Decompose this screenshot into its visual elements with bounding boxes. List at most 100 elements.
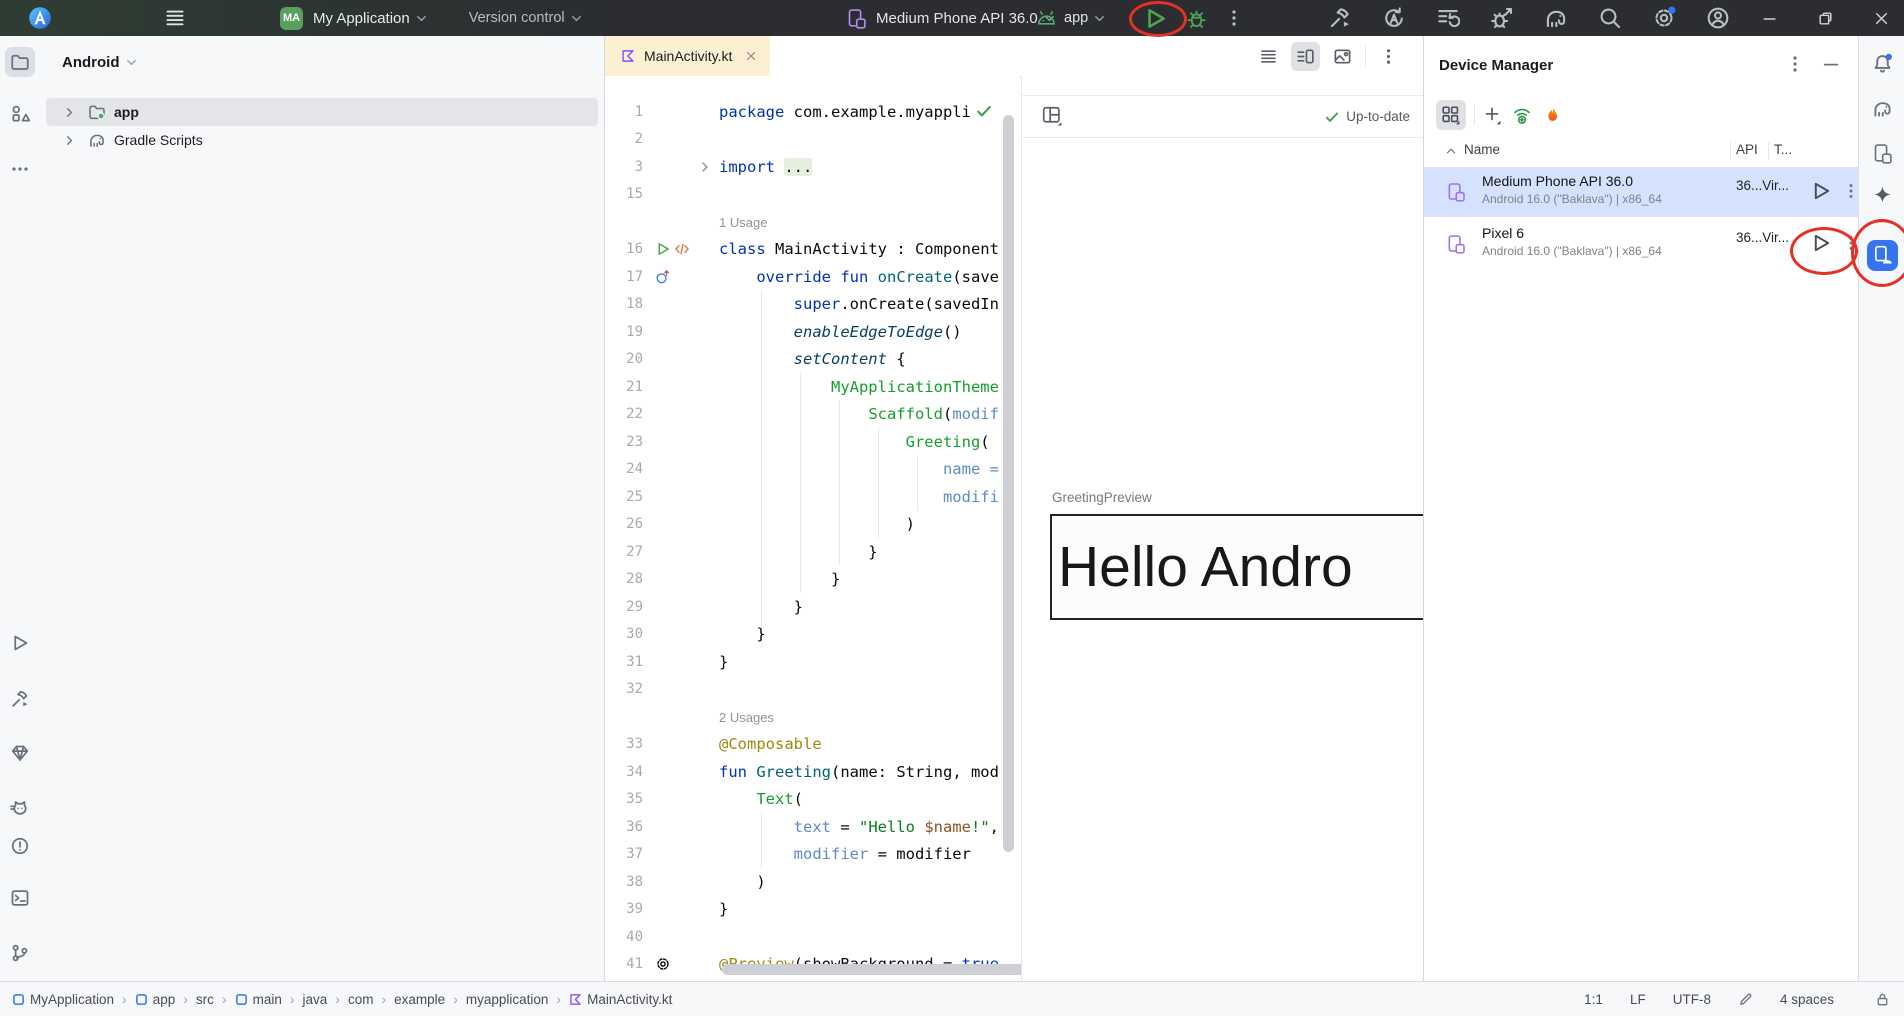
- code-line: 31}: [605, 648, 1019, 676]
- run-button[interactable]: [1143, 6, 1168, 31]
- close-button[interactable]: [1873, 10, 1890, 27]
- sidebar-tool-run-tool[interactable]: [0, 623, 40, 663]
- sidebar-tool-build-tool[interactable]: [0, 679, 40, 719]
- breadcrumb-item-myapplication[interactable]: MyApplication: [12, 992, 114, 1007]
- project-selector[interactable]: My Application: [313, 10, 410, 27]
- breadcrumb-item-myapplication[interactable]: myapplication: [466, 992, 549, 1007]
- usages-inlay-hint[interactable]: 1 Usage: [719, 215, 767, 230]
- debug-button[interactable]: [1185, 7, 1208, 30]
- sidebar-tool-problems[interactable]: [0, 826, 40, 866]
- maximize-button[interactable]: [1817, 10, 1834, 27]
- project-view-selector[interactable]: Android: [62, 48, 139, 76]
- code-editor[interactable]: 1package com.example.myappli23import ...…: [605, 76, 1019, 981]
- breadcrumb-item-mainactivity-kt[interactable]: MainActivity.kt: [569, 992, 672, 1007]
- inspection-ok-icon[interactable]: [975, 102, 993, 120]
- gutter-icons: [655, 841, 719, 869]
- code-line: 16class MainActivity : Component: [605, 236, 1019, 264]
- breadcrumb-separator: ›: [290, 991, 295, 1007]
- hide-panel-icon[interactable]: [1821, 54, 1841, 74]
- search-everywhere-icon[interactable]: [1598, 6, 1622, 30]
- split-view-icon[interactable]: [1296, 47, 1315, 66]
- stripe-tool-device-manager[interactable]: [1859, 235, 1904, 275]
- more-actions-icon[interactable]: [1224, 8, 1244, 28]
- minimize-button[interactable]: [1761, 10, 1778, 27]
- pair-wifi-icon[interactable]: [1512, 105, 1532, 125]
- tree-item-app[interactable]: app: [46, 98, 598, 126]
- sidebar-tool-more-tool-windows[interactable]: [0, 149, 40, 189]
- vcs-widget[interactable]: Version control: [469, 10, 565, 26]
- profile-icon[interactable]: [1706, 6, 1730, 30]
- device-table-header[interactable]: Name API T...: [1424, 140, 1859, 164]
- apply-code-changes-icon[interactable]: [1382, 6, 1406, 30]
- chevron-right-icon[interactable]: [62, 133, 77, 148]
- fold-chevron-icon[interactable]: [697, 159, 713, 175]
- run-configuration-selector[interactable]: app: [1064, 10, 1088, 26]
- code-line: 40: [605, 923, 1019, 951]
- preview-composable-name[interactable]: GreetingPreview: [1052, 490, 1152, 505]
- writable-indicator-icon[interactable]: [1738, 992, 1753, 1007]
- editor-more-icon[interactable]: [1379, 47, 1398, 66]
- greeting-preview-frame[interactable]: Hello Andro: [1050, 514, 1423, 620]
- override-gutter-icon[interactable]: [655, 269, 671, 285]
- titlebar-utility-icons: [1328, 0, 1730, 36]
- usages-inlay-hint[interactable]: 2 Usages: [719, 710, 774, 725]
- sidebar-tool-app-quality-insights[interactable]: [0, 733, 40, 773]
- device-selector[interactable]: Medium Phone API 36.0: [846, 0, 1057, 36]
- main-menu-icon[interactable]: [164, 7, 186, 29]
- close-tab-icon[interactable]: [744, 49, 758, 63]
- chevron-down-icon: [124, 55, 139, 70]
- stripe-tool-notifications[interactable]: [1859, 43, 1904, 83]
- stripe-tool-running-devices[interactable]: [1859, 133, 1904, 173]
- settings-icon[interactable]: [1652, 6, 1676, 30]
- device-run-button[interactable]: [1810, 232, 1832, 254]
- compose-preview-gutter-icon[interactable]: [674, 241, 690, 257]
- device-run-button[interactable]: [1810, 180, 1832, 202]
- device-row-2[interactable]: Pixel 6Android 16.0 ("Baklava") | x86_64…: [1424, 219, 1859, 269]
- project-view-label: Android: [62, 54, 120, 71]
- sidebar-tool-logcat[interactable]: [0, 788, 40, 828]
- stripe-tool-gradle[interactable]: [1859, 88, 1904, 128]
- gutter-icons: [655, 648, 719, 676]
- line-number: 25: [605, 489, 655, 505]
- build-picker-icon[interactable]: [1436, 6, 1460, 30]
- firebase-icon[interactable]: [1542, 105, 1562, 125]
- code-view-icon[interactable]: [1259, 47, 1278, 66]
- code-line: 18 super.onCreate(savedIn: [605, 291, 1019, 319]
- breadcrumb-item-java[interactable]: java: [303, 992, 328, 1007]
- breadcrumb-item-src[interactable]: src: [196, 992, 214, 1007]
- breadcrumb-item-app[interactable]: app: [135, 992, 176, 1007]
- caret-position[interactable]: 1:1: [1584, 992, 1603, 1007]
- design-view-icon[interactable]: [1333, 47, 1352, 66]
- sidebar-tool-version-control-tool[interactable]: [0, 933, 40, 973]
- run-gutter-icon[interactable]: [655, 241, 671, 257]
- preview-settings-gutter-icon[interactable]: [655, 956, 671, 972]
- device-grid-view-icon[interactable]: [1441, 105, 1461, 125]
- tab-mainactivity[interactable]: MainActivity.kt: [605, 36, 770, 76]
- add-device-icon[interactable]: [1482, 105, 1502, 125]
- indent-setting[interactable]: 4 spaces: [1780, 992, 1834, 1007]
- lock-icon[interactable]: [1875, 992, 1890, 1007]
- breadcrumb-item-example[interactable]: example: [394, 992, 445, 1007]
- tree-item-gradle-scripts[interactable]: Gradle Scripts: [46, 126, 598, 154]
- vertical-scrollbar[interactable]: [1003, 115, 1014, 852]
- breadcrumb-item-main[interactable]: main: [235, 992, 282, 1007]
- chevron-right-icon[interactable]: [62, 105, 77, 120]
- gutter-icons: [655, 483, 719, 511]
- sidebar-tool-terminal[interactable]: [0, 878, 40, 918]
- file-encoding[interactable]: UTF-8: [1673, 992, 1711, 1007]
- gemini-icon: [1872, 185, 1893, 206]
- line-separator[interactable]: LF: [1630, 992, 1646, 1007]
- device-row-1[interactable]: Medium Phone API 36.0Android 16.0 ("Bakl…: [1424, 167, 1859, 217]
- sidebar-tool-project-view[interactable]: [0, 42, 40, 82]
- sidebar-tool-resource-manager[interactable]: [0, 94, 40, 134]
- preview-layout-icon[interactable]: [1042, 106, 1063, 127]
- gradle-sync-icon[interactable]: [1544, 6, 1568, 30]
- build-run-icon[interactable]: [1328, 6, 1352, 30]
- stripe-tool-gemini[interactable]: [1859, 175, 1904, 215]
- attach-debugger-icon[interactable]: [1490, 6, 1514, 30]
- code-text: Scaffold(modif: [719, 405, 1000, 423]
- code-text: }: [719, 570, 1000, 588]
- breadcrumb-item-com[interactable]: com: [348, 992, 374, 1007]
- device-manager-options-icon[interactable]: [1785, 54, 1805, 74]
- preview-build-status: Up-to-date: [1324, 96, 1410, 137]
